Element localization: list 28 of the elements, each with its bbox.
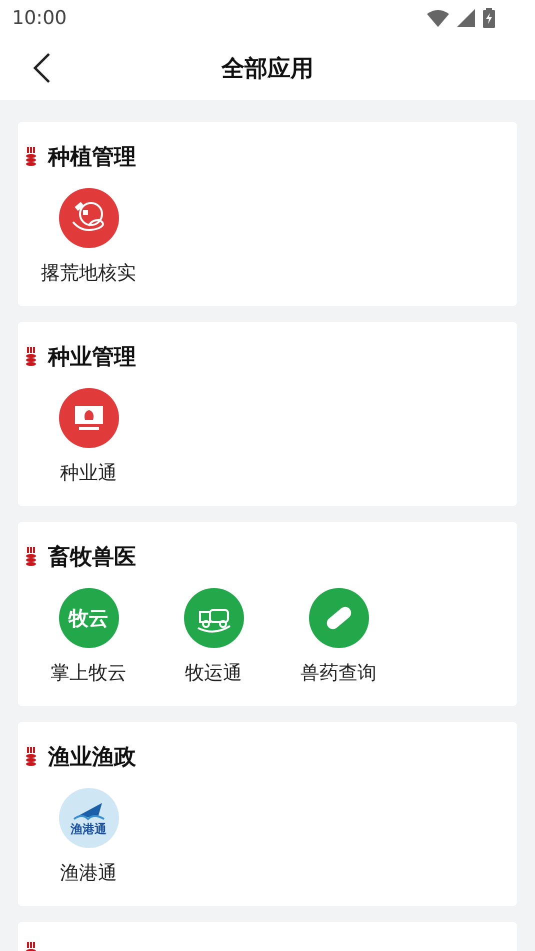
wheat-icon [26, 147, 36, 167]
wheat-icon [26, 747, 36, 767]
status-time: 10:00 [12, 7, 67, 29]
app-item[interactable]: 牧云 掌上牧云 [26, 588, 151, 686]
app-label: 渔港通 [60, 861, 117, 886]
battery-icon [483, 8, 495, 28]
wheat-icon [26, 547, 36, 567]
section-title: 种业管理 [48, 344, 136, 372]
page-title: 全部应用 [222, 54, 314, 84]
logo-text: 渔港通 [70, 820, 106, 838]
logo-text: 牧云 [68, 604, 108, 632]
app-label: 兽药查询 [300, 661, 376, 686]
wheat-icon [26, 347, 36, 367]
app-item[interactable]: 种业通 [26, 388, 151, 486]
app-item[interactable]: 撂荒地核实 [26, 188, 151, 286]
app-item[interactable]: 渔港通 渔港通 [26, 788, 151, 886]
app-label: 撂荒地核实 [41, 261, 136, 286]
section-title: 畜牧兽医 [48, 544, 136, 572]
signal-icon [457, 9, 475, 27]
back-icon[interactable] [33, 52, 51, 84]
section-title: 渔业渔政 [48, 744, 136, 772]
app-label: 牧运通 [185, 661, 242, 686]
app-label: 种业通 [60, 461, 117, 486]
app-label: 掌上牧云 [50, 661, 126, 686]
app-item[interactable]: 牧运通 [151, 588, 276, 686]
section-title: 种植管理 [48, 144, 136, 172]
wifi-icon [427, 9, 449, 27]
app-item[interactable]: 兽药查询 [276, 588, 401, 686]
